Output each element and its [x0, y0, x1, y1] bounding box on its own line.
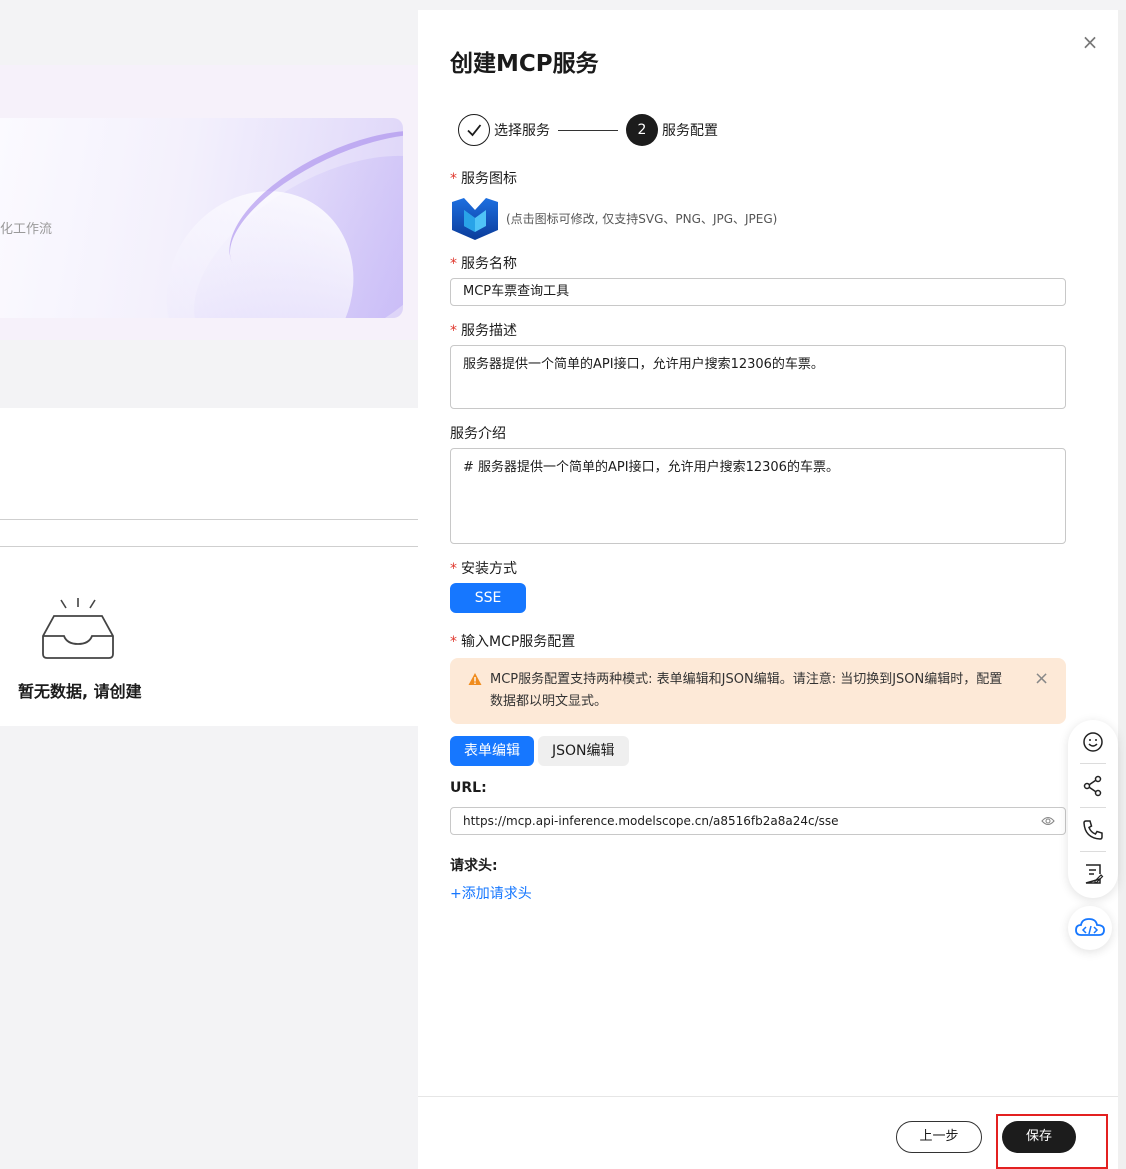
hero-text: 化工作流 [0, 222, 53, 237]
hero-banner: 化工作流 [0, 118, 403, 318]
save-button[interactable]: 保存 [1002, 1121, 1076, 1153]
step-2-circle: 2 [626, 114, 658, 146]
icon-hint: (点击图标可修改, 仅支持SVG、PNG、JPG、JPEG) [506, 212, 778, 226]
divider [0, 546, 418, 547]
empty-state-text: 暂无数据, 请创建 [18, 682, 142, 701]
smile-icon[interactable] [1081, 730, 1105, 754]
step-connector [558, 129, 618, 131]
sse-option-button[interactable]: SSE [450, 583, 526, 613]
close-icon[interactable]: × [1080, 32, 1100, 52]
step-2-label: 服务配置 [662, 123, 718, 139]
eye-icon[interactable] [1041, 815, 1055, 827]
service-intro-label: 服务介绍 [450, 426, 506, 442]
install-label: * 安装方式 [450, 561, 517, 577]
mcp-config-label: * 输入MCP服务配置 [450, 634, 576, 650]
add-header-link[interactable]: +添加请求头 [450, 883, 532, 903]
phone-icon[interactable] [1081, 818, 1105, 842]
service-intro-textarea[interactable]: # 服务器提供一个简单的API接口，允许用户搜索12306的车票。 [450, 448, 1066, 544]
alert-text: MCP服务配置支持两种模式: 表单编辑和JSON编辑。请注意: 当切换到JSON… [490, 672, 1003, 709]
scrollbar[interactable] [1118, 10, 1126, 1169]
tab-json-edit[interactable]: JSON编辑 [538, 736, 629, 766]
service-desc-label: * 服务描述 [450, 323, 517, 339]
create-mcp-drawer: 创建MCP服务 × 选择服务 2 服务配置 * 服务图标 (点击图标可修改, 仅支… [418, 10, 1118, 1169]
footer-divider [418, 1096, 1118, 1097]
headers-label: 请求头: [450, 858, 498, 874]
service-logo-icon[interactable] [450, 196, 500, 242]
note-icon[interactable] [1081, 862, 1105, 886]
floating-toolbar [1068, 720, 1118, 898]
service-desc-textarea[interactable]: 服务器提供一个简单的API接口，允许用户搜索12306的车票。 [450, 345, 1066, 409]
warning-icon [468, 673, 482, 685]
prev-step-button[interactable]: 上一步 [896, 1121, 982, 1153]
drawer-title: 创建MCP服务 [450, 51, 599, 77]
stepper: 选择服务 2 服务配置 [458, 114, 718, 146]
service-name-label: * 服务名称 [450, 256, 517, 272]
tab-form-edit[interactable]: 表单编辑 [450, 736, 534, 766]
url-input[interactable]: https://mcp.api-inference.modelscope.cn/… [450, 807, 1066, 835]
edit-mode-tabs: 表单编辑 JSON编辑 [450, 736, 629, 766]
background-page: 化工作流 暂无数据, 请创建 [0, 0, 418, 1169]
url-value: https://mcp.api-inference.modelscope.cn/… [463, 814, 839, 828]
divider [0, 519, 418, 520]
close-icon[interactable]: × [1034, 668, 1049, 689]
empty-inbox-icon [42, 598, 114, 659]
service-icon-label: * 服务图标 [450, 171, 517, 187]
share-icon[interactable] [1081, 774, 1105, 798]
config-alert: MCP服务配置支持两种模式: 表单编辑和JSON编辑。请注意: 当切换到JSON… [450, 658, 1066, 724]
step-1-circle[interactable] [458, 114, 490, 146]
check-icon [467, 124, 482, 137]
service-name-input[interactable]: MCP车票查询工具 [450, 278, 1066, 306]
step-1-label[interactable]: 选择服务 [494, 120, 550, 140]
url-label: URL: [450, 780, 487, 796]
cloud-code-icon[interactable] [1068, 906, 1112, 950]
